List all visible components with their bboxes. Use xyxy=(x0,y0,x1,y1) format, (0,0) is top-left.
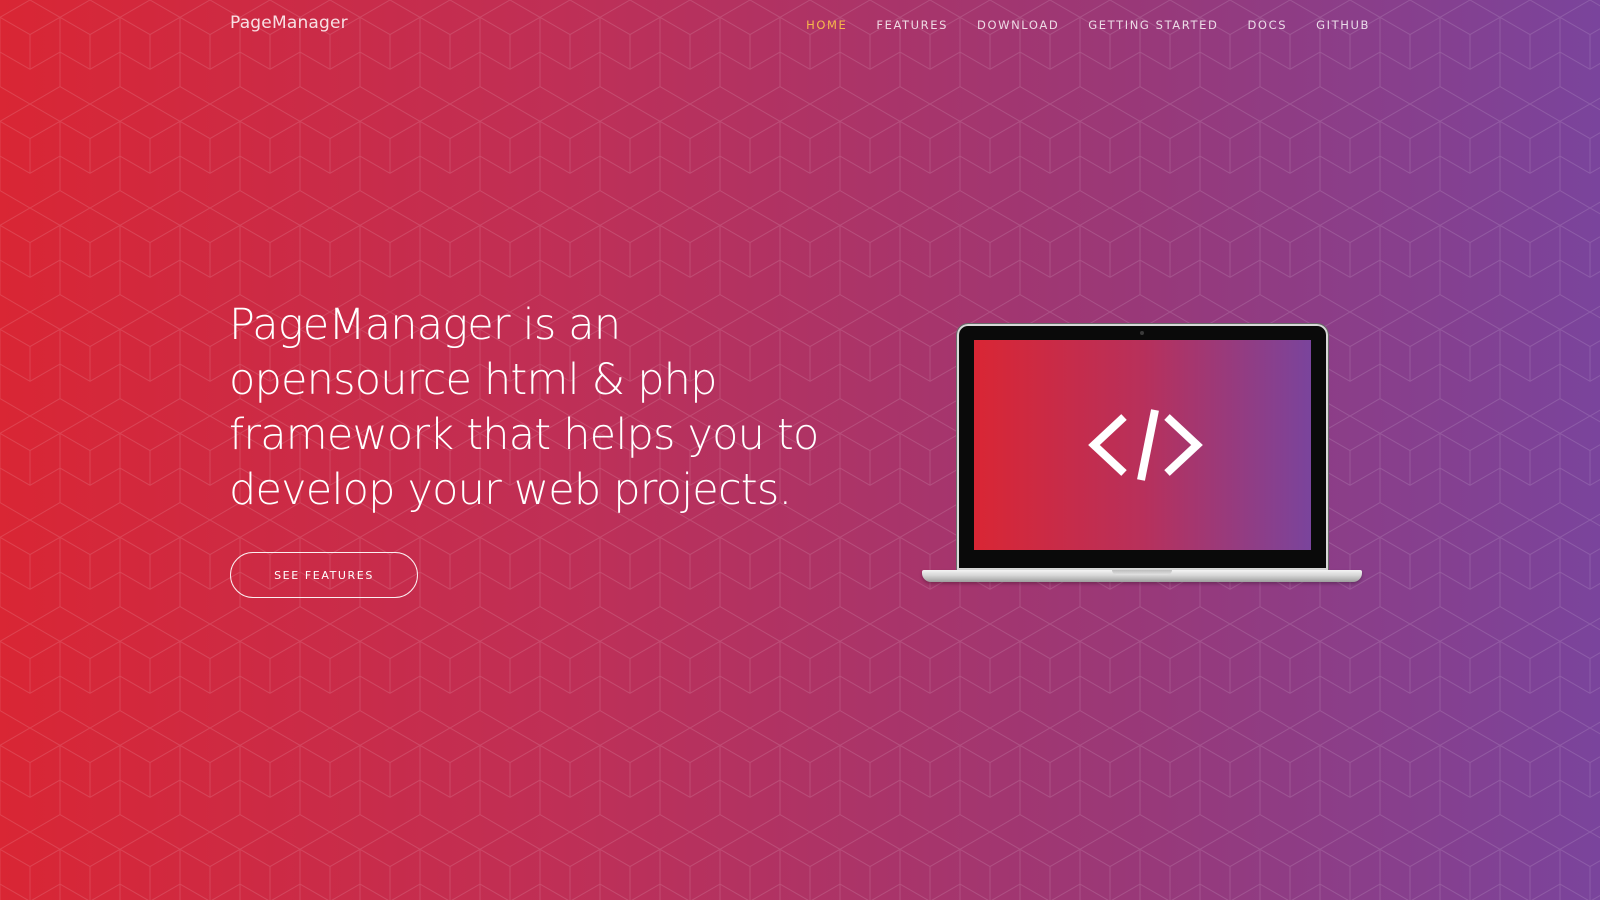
laptop-illustration xyxy=(922,324,1362,584)
nav-link-getting-started[interactable]: GETTING STARTED xyxy=(1088,18,1218,32)
laptop-notch xyxy=(1112,570,1172,575)
nav-link-github[interactable]: GITHUB xyxy=(1316,18,1370,32)
hero-section: PageManager HOME FEATURES DOWNLOAD GETTI… xyxy=(0,0,1600,900)
nav-links: HOME FEATURES DOWNLOAD GETTING STARTED D… xyxy=(806,18,1370,32)
laptop-lid xyxy=(957,324,1328,570)
laptop-screen xyxy=(974,340,1311,550)
nav-link-download[interactable]: DOWNLOAD xyxy=(977,18,1059,32)
see-features-button[interactable]: SEE FEATURES xyxy=(230,552,418,598)
code-brackets-icon xyxy=(1088,409,1203,481)
nav-link-docs[interactable]: DOCS xyxy=(1247,18,1287,32)
brand-logo-link[interactable]: PageManager xyxy=(230,13,348,33)
camera-dot xyxy=(1140,331,1144,335)
nav-link-home[interactable]: HOME xyxy=(806,18,847,32)
nav-link-features[interactable]: FEATURES xyxy=(876,18,948,32)
laptop-base xyxy=(922,570,1362,582)
top-navbar: PageManager HOME FEATURES DOWNLOAD GETTI… xyxy=(0,0,1600,52)
hero-headline: PageManager is an opensource html & php … xyxy=(229,300,819,515)
